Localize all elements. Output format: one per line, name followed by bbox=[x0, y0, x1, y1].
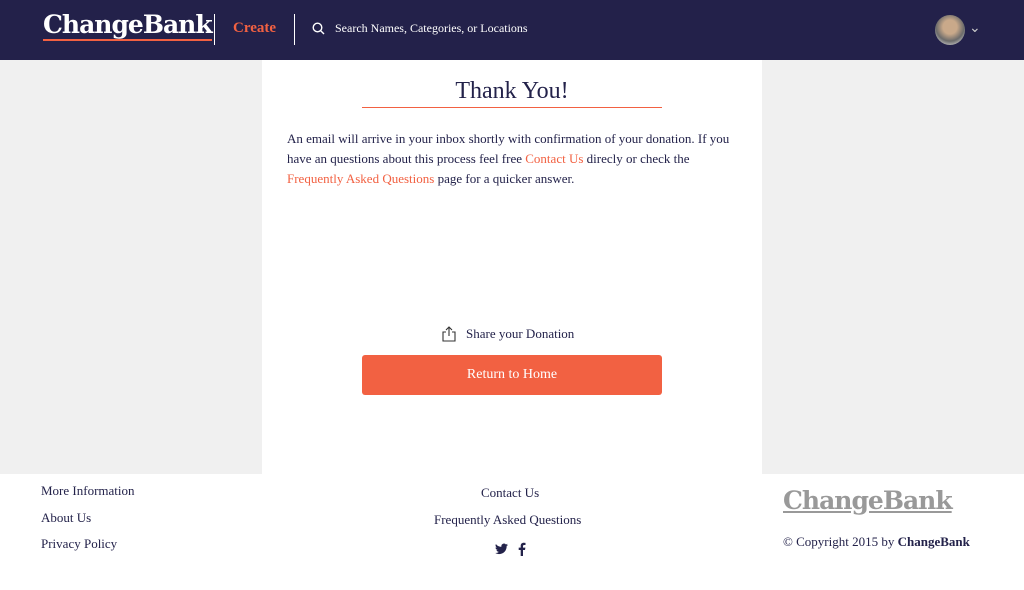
chevron-down-icon[interactable]: ⌄ bbox=[969, 20, 981, 37]
create-link[interactable]: Create bbox=[233, 20, 276, 37]
divider bbox=[214, 14, 215, 45]
confirmation-message: An email will arrive in your inbox short… bbox=[287, 129, 742, 189]
return-home-button[interactable]: Return to Home bbox=[362, 355, 662, 395]
search-placeholder: Search Names, Categories, or Locations bbox=[335, 21, 528, 35]
copyright-text: © Copyright 2015 by bbox=[783, 534, 898, 549]
footer-more-information: More Information bbox=[41, 483, 135, 498]
top-nav: ChangeBank Create Search Names, Categori… bbox=[0, 0, 1024, 60]
search-icon bbox=[312, 22, 325, 35]
copyright-brand: ChangeBank bbox=[897, 534, 970, 549]
share-label: Share your Donation bbox=[466, 326, 575, 341]
faq-link[interactable]: Frequently Asked Questions bbox=[287, 171, 434, 186]
left-gutter bbox=[0, 60, 262, 474]
copyright: © Copyright 2015 by ChangeBank bbox=[783, 534, 970, 550]
logo[interactable]: ChangeBank bbox=[43, 12, 213, 41]
footer-logo[interactable]: ChangeBank bbox=[783, 486, 953, 515]
page-title: Thank You! bbox=[362, 78, 662, 108]
footer-about-us[interactable]: About Us bbox=[41, 510, 91, 526]
footer-privacy-policy[interactable]: Privacy Policy bbox=[41, 536, 117, 552]
twitter-icon[interactable] bbox=[495, 543, 508, 555]
share-icon bbox=[442, 326, 456, 342]
search-input[interactable]: Search Names, Categories, or Locations bbox=[312, 21, 528, 36]
thank-you-card: Thank You! An email will arrive in your … bbox=[262, 60, 762, 474]
divider bbox=[294, 14, 295, 45]
msg-text: page for a quicker answer. bbox=[434, 171, 575, 186]
footer-faq[interactable]: Frequently Asked Questions bbox=[434, 512, 581, 528]
facebook-icon[interactable] bbox=[518, 542, 526, 556]
msg-text: direcly or check the bbox=[583, 151, 690, 166]
contact-us-link[interactable]: Contact Us bbox=[525, 151, 583, 166]
right-gutter bbox=[762, 60, 1024, 474]
share-donation-button[interactable]: Share your Donation bbox=[442, 326, 574, 342]
footer-contact-us[interactable]: Contact Us bbox=[481, 485, 539, 501]
avatar[interactable] bbox=[935, 15, 965, 45]
